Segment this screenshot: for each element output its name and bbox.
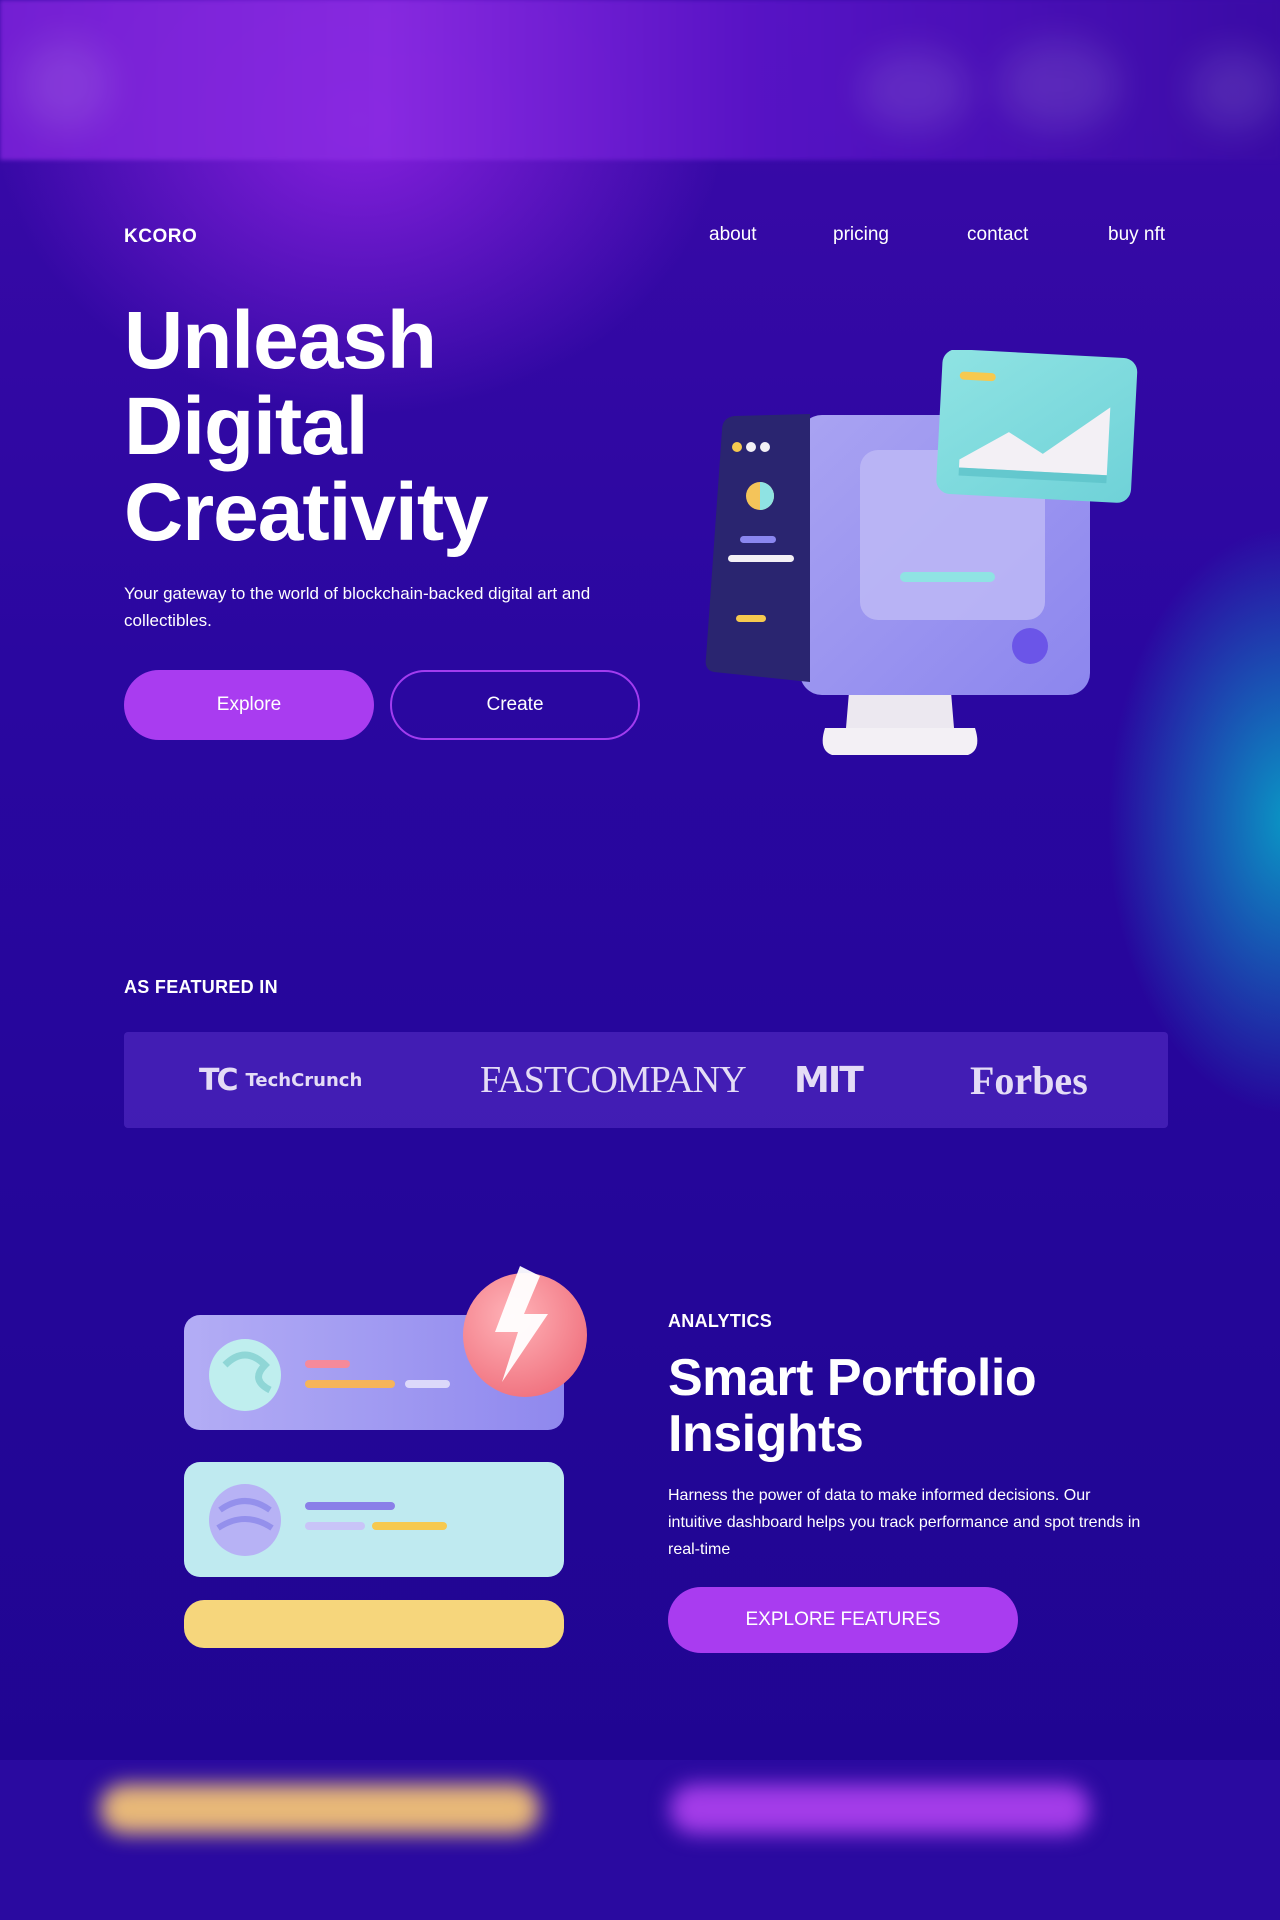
- fastcompany-wordmark: FASTCOMPANY: [480, 1059, 747, 1101]
- analytics-description: Harness the power of data to make inform…: [668, 1487, 1141, 1558]
- explore-features-button[interactable]: EXPLORE FEATURES: [668, 1587, 1018, 1653]
- techcrunch-wordmark: TechCrunch: [245, 1069, 363, 1091]
- hero-title-line: Digital: [124, 381, 369, 472]
- nav-link-buy-nft[interactable]: buy nft: [1108, 224, 1165, 246]
- hero-title-line: Unleash: [124, 295, 437, 386]
- create-button[interactable]: Create: [390, 670, 640, 740]
- analytics-label: ANALYTICS: [668, 1311, 773, 1331]
- nav-link-pricing[interactable]: pricing: [833, 224, 889, 246]
- mit-logo[interactable]: MIT: [794, 1032, 864, 1128]
- explore-button[interactable]: Explore: [124, 670, 374, 740]
- featured-label: AS FEATURED IN: [124, 977, 278, 997]
- analytics-title-line: Smart Portfolio: [668, 1349, 1037, 1407]
- hero-subtitle: Your gateway to the world of blockchain-…: [124, 584, 591, 630]
- hero-title-line: Creativity: [124, 467, 489, 558]
- landing-page: KCORO about pricing contact buy nft Unle…: [0, 0, 1280, 1920]
- nav-link-contact[interactable]: contact: [967, 224, 1028, 246]
- portfolio-cards-illustration-icon: [184, 1266, 587, 1648]
- top-blurred-strip: [0, 0, 1280, 160]
- analytics-title-line: Insights: [668, 1405, 864, 1463]
- forbes-wordmark: Forbes: [970, 1057, 1088, 1103]
- techcrunch-logo[interactable]: TC TechCrunch: [199, 1032, 362, 1128]
- hero-title: Unleash Digital Creativity: [124, 298, 684, 556]
- blurred-card-shape: [100, 1784, 540, 1834]
- featured-logos-bar: TC TechCrunch FASTCOMPANY MIT Forbes: [124, 1032, 1168, 1128]
- forbes-logo[interactable]: Forbes: [970, 1032, 1088, 1128]
- analytics-title: Smart Portfolio Insights: [668, 1350, 1148, 1462]
- nav-link-about[interactable]: about: [709, 224, 757, 246]
- fastcompany-logo[interactable]: FASTCOMPANY: [480, 1032, 747, 1128]
- brand-logo[interactable]: KCORO: [124, 226, 197, 248]
- main-nav: about pricing contact buy nft: [700, 224, 1170, 252]
- mit-wordmark: MIT: [794, 1059, 864, 1101]
- monitor-illustration-icon: [705, 350, 1138, 755]
- techcrunch-mark-icon: TC: [199, 1062, 239, 1098]
- bottom-blurred-strip: [0, 1760, 1280, 1920]
- blurred-card-shape: [670, 1784, 1090, 1834]
